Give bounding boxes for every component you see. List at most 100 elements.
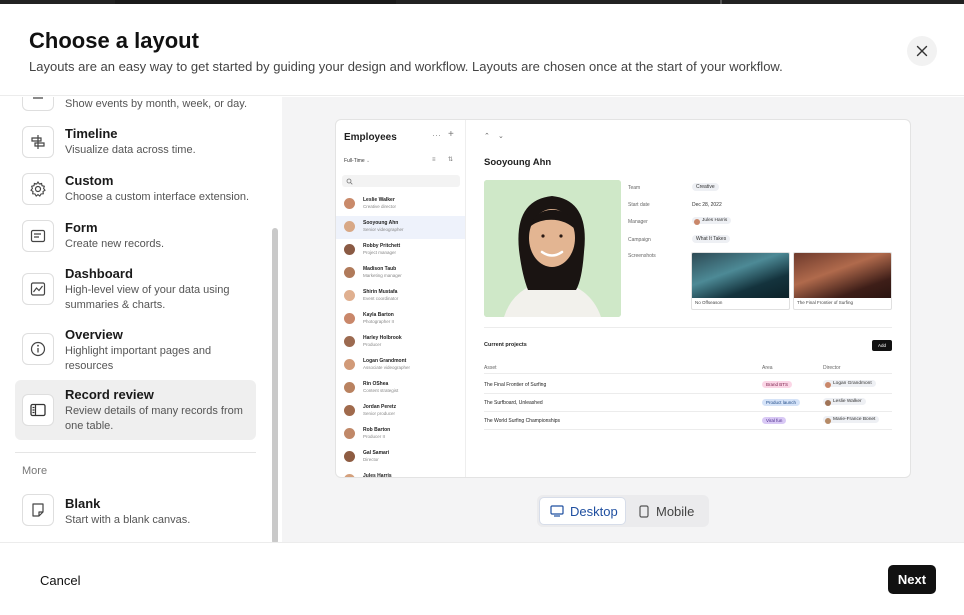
manager-chip: Jules Harris bbox=[692, 217, 732, 225]
employee-list-item: Jules Harris bbox=[336, 469, 465, 478]
field-label: Screenshots bbox=[628, 253, 656, 259]
layout-desc: Start with a blank canvas. bbox=[65, 514, 191, 526]
layout-title: Custom bbox=[65, 173, 114, 188]
info-icon bbox=[22, 333, 54, 365]
more-section-label: More bbox=[22, 465, 48, 477]
timeline-icon bbox=[22, 126, 54, 158]
table-cell: The Surfboard, Unleashed bbox=[484, 400, 543, 406]
start-date-value: Dec 28, 2022 bbox=[692, 202, 722, 208]
layout-title: Blank bbox=[65, 496, 101, 511]
employee-name: Jordan Peretz bbox=[363, 404, 397, 410]
director-chip: Leslie Walker bbox=[823, 398, 866, 406]
avatar bbox=[344, 198, 355, 209]
layout-item-custom[interactable]: Custom Choose a custom interface extensi… bbox=[15, 168, 256, 212]
gear-icon bbox=[22, 173, 54, 205]
employee-name: Jules Harris bbox=[363, 473, 392, 478]
column-header: Asset bbox=[484, 365, 497, 371]
desktop-icon bbox=[550, 505, 564, 517]
chevron-down-icon: ⌄ bbox=[498, 133, 504, 140]
preview-record-detail: ⌃ ⌄ Sooyoung Ahn Team Creative Start dat… bbox=[466, 120, 910, 477]
layout-title: Overview bbox=[65, 327, 123, 342]
table-cell: The World Surfing Championships bbox=[484, 418, 561, 424]
section-divider bbox=[15, 452, 256, 453]
layout-item-record-review[interactable]: Record review Review details of many rec… bbox=[15, 380, 256, 440]
screenshot-thumb: No Offseason bbox=[691, 252, 790, 310]
cancel-button[interactable]: Cancel bbox=[40, 573, 80, 588]
column-header: Director bbox=[823, 365, 841, 371]
field-label: Team bbox=[628, 185, 641, 191]
form-icon bbox=[22, 220, 54, 252]
layout-item-overview[interactable]: Overview Highlight important pages and r… bbox=[15, 323, 256, 379]
layout-list-scrollbar[interactable] bbox=[272, 228, 278, 544]
dialog-footer: Cancel Next bbox=[0, 542, 964, 615]
layout-desc: High-level view of your data using summa… bbox=[65, 284, 230, 311]
avatar bbox=[344, 382, 355, 393]
add-project-button: Add bbox=[872, 340, 892, 351]
employee-name: Rin OShea bbox=[363, 381, 389, 387]
layout-desc: Choose a custom interface extension. bbox=[65, 191, 250, 203]
field-label: Manager bbox=[628, 219, 648, 225]
employee-list-item: Gal Samari Director bbox=[336, 446, 465, 469]
layout-item-form[interactable]: Form Create new records. bbox=[15, 215, 256, 259]
record-review-icon bbox=[22, 394, 54, 426]
projects-title: Current projects bbox=[484, 342, 527, 348]
avatar bbox=[344, 428, 355, 439]
dialog-subtitle: Layouts are an easy way to get started b… bbox=[29, 59, 783, 74]
employee-name: Logan Grandmont bbox=[363, 358, 407, 364]
employee-list-item: Madison Taub Marketing manager bbox=[336, 262, 465, 285]
employee-name: Madison Taub bbox=[363, 266, 397, 272]
employee-list-item: Harley Holbrook Producer bbox=[336, 331, 465, 354]
choose-layout-dialog: Choose a layout Layouts are an easy way … bbox=[0, 4, 964, 615]
profile-photo bbox=[484, 180, 621, 317]
sort-icon: ⇅ bbox=[448, 157, 454, 163]
employee-name: Kayla Barton bbox=[363, 312, 394, 318]
employee-name: Shirin Mustafa bbox=[363, 289, 398, 295]
view-toggle: Desktop Mobile bbox=[537, 495, 709, 527]
layout-item-dashboard[interactable]: Dashboard High-level view of your data u… bbox=[15, 261, 256, 317]
close-button[interactable] bbox=[907, 36, 937, 66]
layout-item-blank[interactable]: Blank Start with a blank canvas. bbox=[15, 489, 256, 533]
area-tag: Brand BTS bbox=[762, 381, 793, 388]
campaign-chip: What It Takes bbox=[692, 235, 731, 243]
employee-list-item: Rin OShea Content strategist bbox=[336, 377, 465, 400]
avatar bbox=[344, 474, 355, 477]
layout-list[interactable]: Show events by month, week, or day. Time… bbox=[0, 97, 282, 542]
close-icon bbox=[916, 45, 928, 57]
avatar bbox=[344, 313, 355, 324]
next-button[interactable]: Next bbox=[888, 565, 936, 594]
employee-name: Harley Holbrook bbox=[363, 335, 402, 341]
employee-role: Photographer II bbox=[363, 319, 395, 324]
layout-preview-panel: Employees ··· + Full-Time ⌄ ≡ ⇅ Leslie W… bbox=[282, 97, 964, 542]
dialog-title: Choose a layout bbox=[29, 28, 199, 53]
avatar bbox=[344, 336, 355, 347]
employee-name: Leslie Walker bbox=[363, 197, 395, 203]
preview-list-title: Employees bbox=[344, 132, 397, 143]
dialog-header: Choose a layout Layouts are an easy way … bbox=[0, 4, 964, 96]
layout-item-timeline[interactable]: Timeline Visualize data across time. bbox=[15, 121, 256, 165]
avatar bbox=[344, 290, 355, 301]
chevron-up-icon: ⌃ bbox=[484, 133, 490, 140]
preview-record-name: Sooyoung Ahn bbox=[484, 157, 552, 168]
desktop-view-button[interactable]: Desktop bbox=[539, 497, 626, 525]
more-icon: ··· bbox=[432, 130, 441, 140]
director-chip: Logan Grandmont bbox=[823, 380, 876, 388]
employee-role: Creative director bbox=[363, 204, 397, 209]
employee-list-item: Leslie Walker Creative director bbox=[336, 193, 465, 216]
employee-list-item: Kayla Barton Photographer II bbox=[336, 308, 465, 331]
layout-desc: Visualize data across time. bbox=[65, 144, 196, 156]
avatar bbox=[344, 451, 355, 462]
avatar bbox=[344, 244, 355, 255]
plus-icon: + bbox=[448, 129, 454, 140]
layout-desc: Show events by month, week, or day. bbox=[65, 98, 247, 110]
mobile-view-button[interactable]: Mobile bbox=[629, 497, 707, 525]
employee-list-item: Robby Pritchett Project manager bbox=[336, 239, 465, 262]
table-cell: The Final Frontier of Surfing bbox=[484, 382, 547, 388]
field-label: Campaign bbox=[628, 237, 651, 243]
record-review-preview: Employees ··· + Full-Time ⌄ ≡ ⇅ Leslie W… bbox=[335, 119, 911, 478]
avatar bbox=[344, 405, 355, 416]
employee-role: Associate videographer bbox=[363, 365, 411, 370]
layout-title: Record review bbox=[65, 387, 154, 402]
avatar bbox=[694, 218, 700, 225]
calendar-icon bbox=[22, 97, 54, 111]
preview-record-list: Employees ··· + Full-Time ⌄ ≡ ⇅ Leslie W… bbox=[336, 120, 466, 478]
